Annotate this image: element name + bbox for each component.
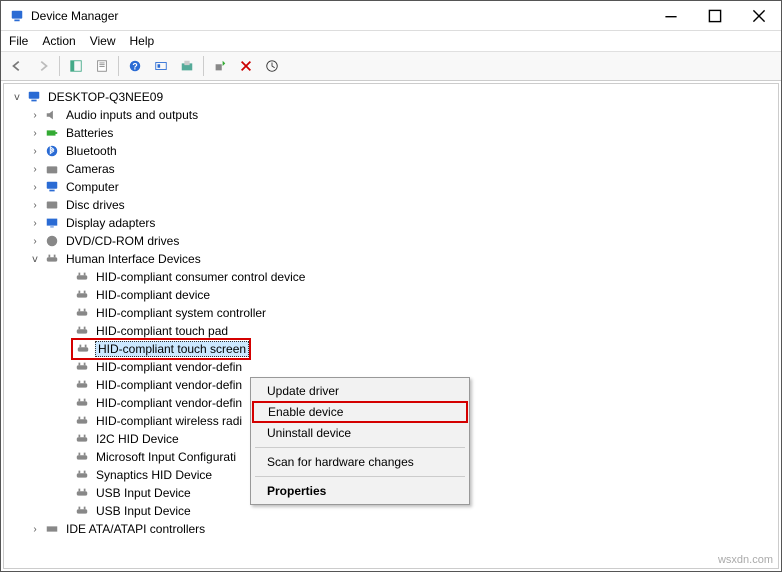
hid-icon [74,305,90,321]
hid-icon [74,269,90,285]
hid-icon [74,377,90,393]
hid-icon [74,413,90,429]
menubar: File Action View Help [1,31,781,51]
update-driver-button[interactable] [175,54,199,78]
tree-device[interactable]: HID-compliant system controller [6,304,776,322]
menu-action[interactable]: Action [42,34,75,48]
scan-hardware-button[interactable] [149,54,173,78]
tree-category[interactable]: ›Bluetooth [6,142,776,160]
chevron-right-icon[interactable]: › [28,198,42,212]
menu-enable-device[interactable]: Enable device [252,401,468,423]
tree-category[interactable]: ›Cameras [6,160,776,178]
toolbar: ? [1,51,781,81]
tree-root[interactable]: ⅴ DESKTOP-Q3NEE09 [6,88,776,106]
hid-icon [74,395,90,411]
tree-category[interactable]: ›IDE ATA/ATAPI controllers [6,520,776,538]
tree-category[interactable]: ›Computer [6,178,776,196]
svg-text:?: ? [132,62,137,72]
menu-update-driver[interactable]: Update driver [253,380,467,402]
uninstall-device-button[interactable] [234,54,258,78]
menu-file[interactable]: File [9,34,28,48]
hid-icon [75,341,91,357]
menu-separator [255,476,465,477]
display-icon [44,215,60,231]
tree-device[interactable]: HID-compliant vendor-defin [6,358,776,376]
tree-device[interactable]: HID-compliant device [6,286,776,304]
maximize-button[interactable] [693,1,737,31]
chevron-right-icon[interactable]: › [28,108,42,122]
battery-icon [44,125,60,141]
chevron-down-icon[interactable]: ⅴ [28,252,42,266]
hid-icon [44,251,60,267]
enable-device-button[interactable] [208,54,232,78]
hid-icon [74,359,90,375]
forward-button[interactable] [31,54,55,78]
speaker-icon [44,107,60,123]
show-hide-console-tree-button[interactable] [64,54,88,78]
menu-uninstall-device[interactable]: Uninstall device [253,422,467,444]
menu-separator [255,447,465,448]
menu-scan-hardware[interactable]: Scan for hardware changes [253,451,467,473]
chevron-right-icon[interactable]: › [28,234,42,248]
computer-icon [44,179,60,195]
hid-icon [74,323,90,339]
chevron-right-icon[interactable]: › [28,522,42,536]
help-button[interactable]: ? [123,54,147,78]
tree-root-label: DESKTOP-Q3NEE09 [46,90,165,104]
tree-category[interactable]: ›Disc drives [6,196,776,214]
disk-icon [44,197,60,213]
properties-button[interactable] [90,54,114,78]
chevron-right-icon[interactable]: › [28,144,42,158]
chevron-down-icon[interactable]: ⅴ [10,90,24,104]
menu-help[interactable]: Help [130,34,155,48]
chevron-right-icon[interactable]: › [28,162,42,176]
hid-icon [74,467,90,483]
hid-icon [74,485,90,501]
tree-device[interactable]: HID-compliant consumer control device [6,268,776,286]
selection-highlight: HID-compliant touch screen [71,338,251,360]
tree-category[interactable]: ›Batteries [6,124,776,142]
dvd-icon [44,233,60,249]
titlebar: Device Manager [1,1,781,31]
chevron-right-icon[interactable]: › [28,180,42,194]
scan-for-changes-button[interactable] [260,54,284,78]
window-title: Device Manager [31,9,118,23]
tree-category-hid[interactable]: ⅴHuman Interface Devices [6,250,776,268]
ide-icon [44,521,60,537]
app-icon [9,8,25,24]
tree-device-selected[interactable]: HID-compliant touch screen [6,340,776,358]
tree-category[interactable]: ›Audio inputs and outputs [6,106,776,124]
hid-icon [74,503,90,519]
chevron-right-icon[interactable]: › [28,126,42,140]
camera-icon [44,161,60,177]
minimize-button[interactable] [649,1,693,31]
computer-icon [26,89,42,105]
context-menu: Update driver Enable device Uninstall de… [250,377,470,505]
hid-icon [74,449,90,465]
back-button[interactable] [5,54,29,78]
chevron-right-icon[interactable]: › [28,216,42,230]
tree-category[interactable]: ›Display adapters [6,214,776,232]
tree-category[interactable]: ›DVD/CD-ROM drives [6,232,776,250]
close-button[interactable] [737,1,781,31]
hid-icon [74,431,90,447]
menu-properties[interactable]: Properties [253,480,467,502]
bluetooth-icon [44,143,60,159]
menu-view[interactable]: View [90,34,116,48]
hid-icon [74,287,90,303]
watermark: wsxdn.com [718,554,773,566]
